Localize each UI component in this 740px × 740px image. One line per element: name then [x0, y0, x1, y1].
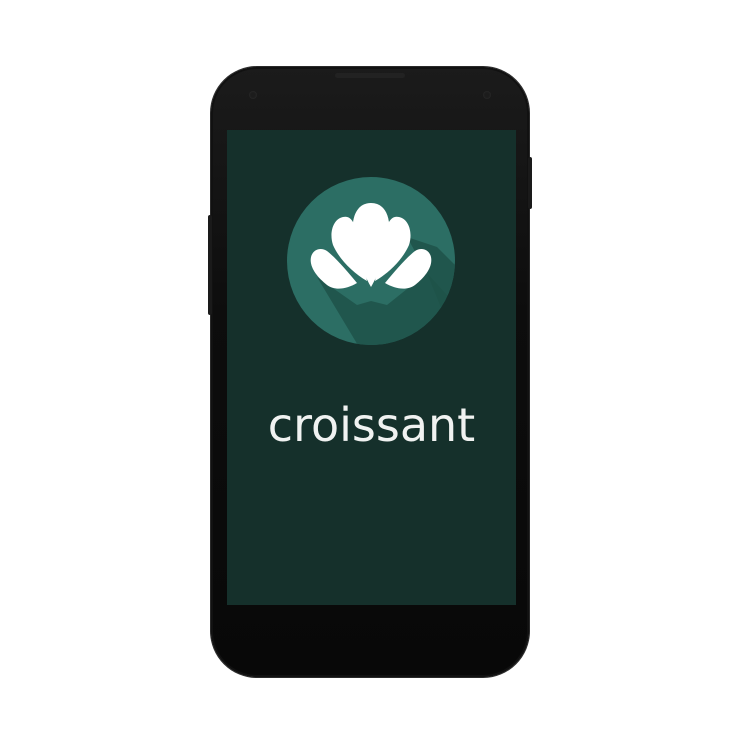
croissant-icon — [287, 177, 455, 345]
front-camera — [483, 91, 491, 99]
earpiece — [335, 73, 405, 78]
app-wordmark: croissant — [267, 398, 476, 452]
device-mockup-stage: croissant — [0, 0, 740, 740]
splash-screen: croissant — [227, 130, 516, 605]
power-button — [528, 157, 532, 209]
phone-frame: croissant — [208, 67, 532, 677]
volume-button — [208, 215, 212, 315]
front-sensor — [249, 91, 257, 99]
